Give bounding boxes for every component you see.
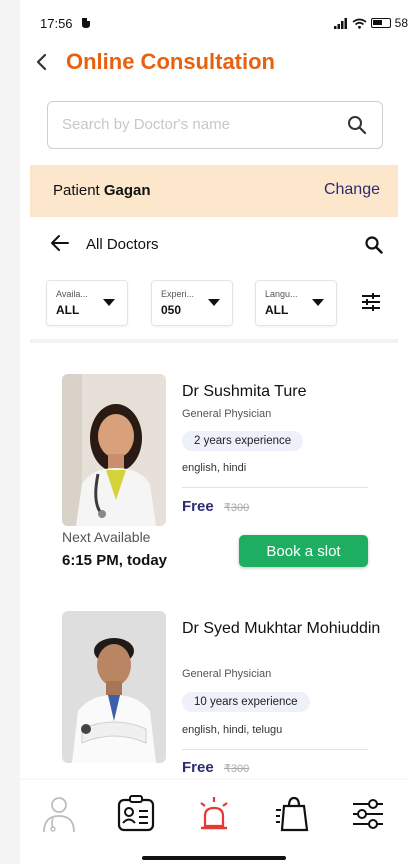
doctor-specialty: General Physician	[182, 668, 272, 680]
language-filter[interactable]: Langu... ALL	[255, 280, 337, 326]
divider	[30, 339, 398, 343]
divider	[182, 749, 368, 750]
doctor-languages: english, hindi, telugu	[182, 724, 283, 736]
search-input[interactable]	[62, 116, 332, 133]
app-screen: 17:56 58 Online Consultation Search by D…	[20, 0, 408, 864]
doctor-portrait-image	[62, 374, 166, 526]
filter-value: ALL	[56, 303, 80, 317]
search-icon[interactable]	[364, 235, 384, 255]
price: Free ₹300	[182, 498, 249, 515]
patient-label-text: Patient	[53, 182, 100, 199]
divider	[182, 487, 368, 488]
original-price: ₹300	[223, 763, 250, 775]
doctor-photo	[62, 374, 166, 526]
availability-filter[interactable]: Availa... ALL	[46, 280, 128, 326]
shopping-bag-icon[interactable]	[274, 794, 312, 834]
settings-sliders-icon[interactable]	[350, 794, 386, 834]
filter-settings-icon[interactable]	[360, 291, 382, 313]
caret-down-icon	[103, 299, 115, 306]
filter-label: Availa...	[56, 289, 88, 299]
arrow-left-icon[interactable]	[50, 232, 70, 254]
experience-filter[interactable]: Experi... 050	[151, 280, 233, 326]
list-title: All Doctors	[86, 236, 159, 253]
home-indicator[interactable]	[142, 856, 286, 860]
experience-badge: 10 years experience	[182, 692, 310, 712]
caret-down-icon	[312, 299, 324, 306]
doctor-name[interactable]: Dr Syed Mukhtar Mohiuddin	[182, 617, 382, 641]
filter-value: ALL	[265, 303, 289, 317]
signal-icon	[333, 17, 347, 29]
search-bar[interactable]	[47, 101, 383, 149]
caret-down-icon	[208, 299, 220, 306]
doctor-specialty: General Physician	[182, 408, 272, 420]
filter-label: Langu...	[265, 289, 298, 299]
patient-name: Gagan	[103, 182, 151, 199]
experience-badge: 2 years experience	[182, 431, 304, 451]
status-bar: 17:56 58	[20, 0, 408, 44]
price-value: Free	[182, 498, 214, 515]
doctor-icon[interactable]	[41, 794, 77, 834]
id-card-icon[interactable]	[116, 794, 156, 834]
change-patient-link[interactable]: Change	[324, 181, 380, 199]
doctor-photo	[62, 611, 166, 763]
bottom-navigation	[20, 780, 408, 864]
book-slot-button[interactable]: Book a slot	[239, 535, 368, 567]
status-indicators: 58	[333, 16, 408, 30]
emergency-siren-icon[interactable]	[196, 794, 232, 834]
next-available-time: 6:15 PM, today	[62, 552, 168, 569]
filter-value: 050	[161, 303, 182, 317]
doctor-name[interactable]: Dr Sushmita Ture	[182, 380, 382, 404]
wifi-icon	[352, 18, 367, 29]
app-header: Online Consultation	[20, 44, 408, 82]
filter-label: Experi...	[161, 289, 195, 299]
price: Free ₹300	[182, 759, 249, 776]
patient-bar: Patient Gagan Change	[30, 165, 398, 217]
price-value: Free	[182, 759, 214, 776]
next-available-label: Next Available	[62, 529, 151, 545]
notification-icon	[82, 18, 90, 28]
page-title: Online Consultation	[66, 49, 275, 74]
search-icon[interactable]	[346, 114, 368, 136]
patient-label: Patient Gagan	[53, 182, 151, 199]
chevron-left-icon	[36, 53, 47, 71]
doctor-portrait-image	[62, 611, 166, 763]
list-header: All Doctors	[20, 228, 408, 262]
back-button[interactable]	[34, 49, 50, 79]
battery-icon	[370, 18, 391, 28]
battery-level: 58	[394, 16, 408, 30]
status-time: 17:56	[40, 16, 73, 31]
original-price: ₹300	[223, 502, 250, 514]
doctor-languages: english, hindi	[182, 462, 247, 474]
